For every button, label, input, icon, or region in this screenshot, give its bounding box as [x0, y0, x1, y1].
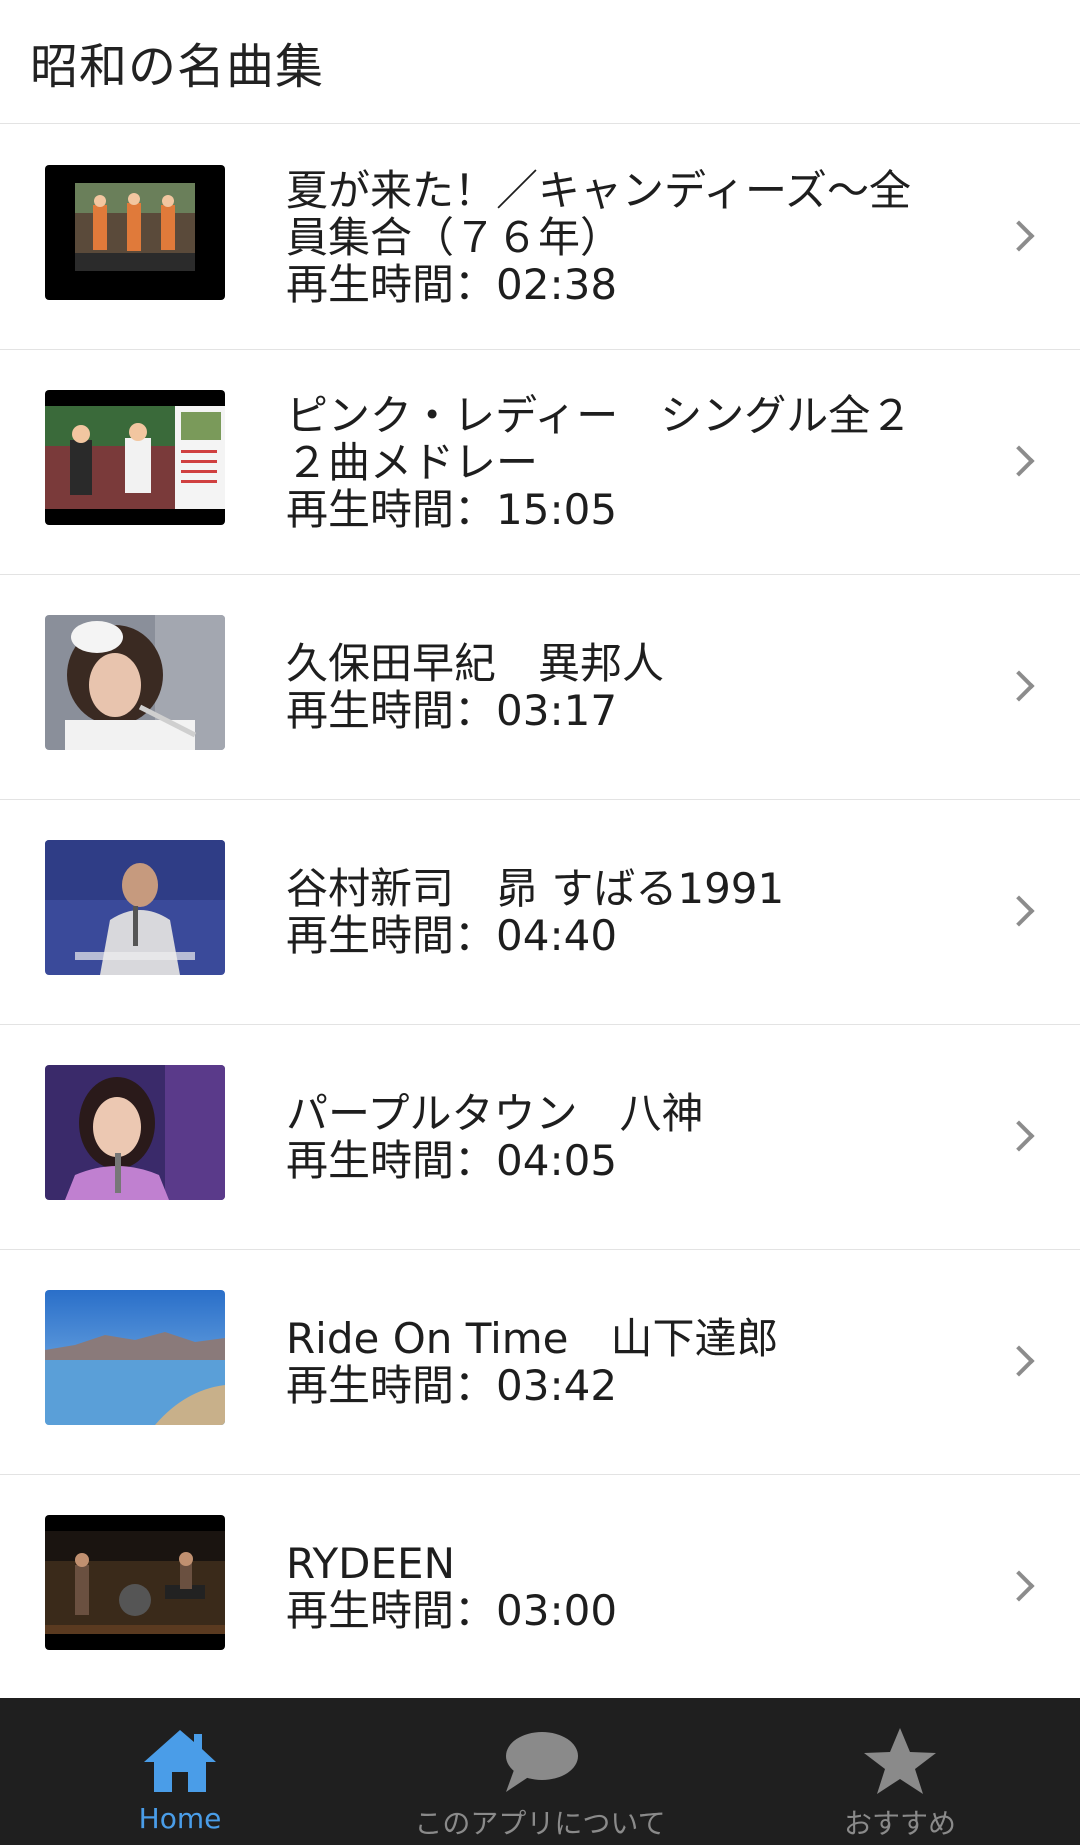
tab-label: このアプリについて	[414, 1807, 666, 1840]
list-item-text: 夏が来た！／キャンディーズ〜全 員集合（７６年） 再生時間：02:38	[286, 125, 960, 349]
tab-label: Home	[138, 1802, 222, 1835]
list-item[interactable]: 久保田早紀 異邦人 再生時間：03:17	[0, 575, 1080, 800]
bottom-tab-bar: Home このアプリについて おすすめ	[0, 1698, 1080, 1845]
list-item[interactable]: パープルタウン 八神 再生時間：04:05	[0, 1025, 1080, 1250]
song-title-continued: 員集合（７６年）	[286, 212, 623, 262]
list-item[interactable]: Ride On Time 山下達郎 再生時間：03:42	[0, 1250, 1080, 1475]
song-duration: 再生時間：02:38	[286, 259, 618, 309]
song-title: パープルタウン 八神	[286, 1089, 704, 1138]
list-item[interactable]: RYDEEN 再生時間：03:00	[0, 1475, 1080, 1700]
singer-portrait-thumbnail	[45, 615, 225, 750]
list-item-text: パープルタウン 八神 再生時間：04:05	[286, 1025, 960, 1249]
tab-label: おすすめ	[843, 1807, 956, 1840]
song-duration: 再生時間：04:05	[286, 1136, 618, 1185]
list-item-text: RYDEEN 再生時間：03:00	[286, 1475, 960, 1699]
song-title: 久保田早紀 異邦人	[286, 639, 665, 688]
duo-performers-thumbnail	[45, 390, 225, 525]
chevron-right-icon	[1003, 1570, 1035, 1602]
chevron-right-icon	[1003, 895, 1035, 927]
list-item[interactable]: 谷村新司 昴 すばる1991 再生時間：04:40	[0, 800, 1080, 1025]
song-title: 谷村新司 昴 すばる1991	[286, 864, 785, 913]
speech-bubble-icon	[506, 1732, 578, 1792]
female-singer-thumbnail	[45, 1065, 225, 1200]
list-item-text: 谷村新司 昴 すばる1991 再生時間：04:40	[286, 800, 960, 1024]
song-title: 夏が来た！／キャンディーズ〜全	[286, 165, 911, 215]
concert-stage-thumbnail	[45, 165, 225, 300]
chevron-right-icon	[1003, 670, 1035, 702]
band-stage-thumbnail	[45, 1515, 225, 1650]
chevron-right-icon	[1003, 220, 1035, 252]
tab-about[interactable]: このアプリについて	[360, 1698, 720, 1845]
tab-home[interactable]: Home	[0, 1698, 360, 1845]
list-item-text: 久保田早紀 異邦人 再生時間：03:17	[286, 575, 960, 799]
song-title: RYDEEN	[286, 1539, 455, 1588]
song-duration: 再生時間：04:40	[286, 911, 618, 960]
chevron-right-icon	[1003, 445, 1035, 477]
list-item[interactable]: 夏が来た！／キャンディーズ〜全 員集合（７６年） 再生時間：02:38	[0, 125, 1080, 350]
song-title: Ride On Time 山下達郎	[286, 1314, 779, 1363]
song-duration: 再生時間：03:42	[286, 1361, 618, 1410]
app-header: 昭和の名曲集	[0, 0, 1080, 124]
landscape-thumbnail	[45, 1290, 225, 1425]
song-title-continued: ２曲メドレー	[286, 437, 539, 487]
tab-recommended[interactable]: おすすめ	[720, 1698, 1080, 1845]
list-item-text: Ride On Time 山下達郎 再生時間：03:42	[286, 1250, 960, 1474]
page-title: 昭和の名曲集	[30, 38, 325, 95]
song-duration: 再生時間：03:00	[286, 1586, 618, 1635]
list-item[interactable]: ピンク・レディー シングル全２ ２曲メドレー 再生時間：15:05	[0, 350, 1080, 575]
chevron-right-icon	[1003, 1345, 1035, 1377]
song-duration: 再生時間：15:05	[286, 484, 618, 534]
song-duration: 再生時間：03:17	[286, 686, 618, 735]
male-singer-thumbnail	[45, 840, 225, 975]
song-title: ピンク・レディー シングル全２	[286, 390, 913, 440]
chevron-right-icon	[1003, 1120, 1035, 1152]
star-icon	[864, 1728, 936, 1794]
list-item-text: ピンク・レディー シングル全２ ２曲メドレー 再生時間：15:05	[286, 350, 960, 574]
song-list: 夏が来た！／キャンディーズ〜全 員集合（７６年） 再生時間：02:38 ピンク・…	[0, 125, 1080, 1700]
home-icon	[144, 1730, 216, 1792]
